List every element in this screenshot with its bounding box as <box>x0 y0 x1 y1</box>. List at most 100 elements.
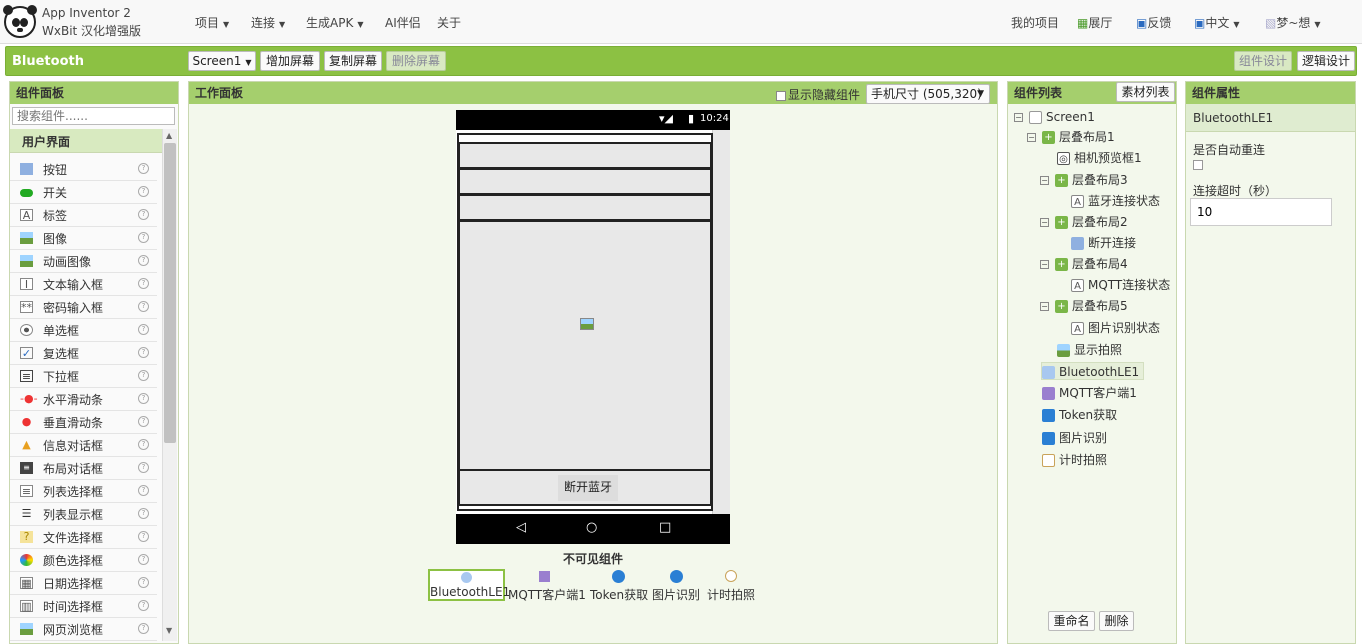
layout-frame-2[interactable] <box>458 168 712 195</box>
palette-scrollbar[interactable]: ▲ ▼ <box>162 129 177 641</box>
palette-item-checkbox[interactable]: ✓ 复选框? <box>10 342 157 365</box>
help-icon[interactable]: ? <box>138 209 149 220</box>
blocks-button[interactable]: 逻辑设计 <box>1297 51 1355 71</box>
help-icon[interactable]: ? <box>138 186 149 197</box>
add-screen-button[interactable]: 增加屏幕 <box>260 51 320 71</box>
timeout-input[interactable] <box>1190 198 1332 226</box>
help-icon[interactable]: ? <box>138 531 149 542</box>
palette-item-textbox[interactable]: I 文本输入框? <box>10 273 157 296</box>
help-icon[interactable]: ? <box>138 416 149 427</box>
recents-icon[interactable]: □ <box>659 520 671 535</box>
help-icon[interactable]: ? <box>138 163 149 174</box>
palette-item-label[interactable]: A 标签? <box>10 204 157 227</box>
help-icon[interactable]: ? <box>138 347 149 358</box>
scroll-down-icon[interactable]: ▼ <box>166 626 172 635</box>
menu-about[interactable]: 关于 <box>437 14 461 31</box>
palette-item-colorpicker[interactable]: 颜色选择框? <box>10 549 157 572</box>
nonvisible-image-recognition[interactable]: 图片识别 <box>652 569 704 602</box>
palette-item-timepicker[interactable]: ▥ 时间选择框? <box>10 595 157 618</box>
help-icon[interactable]: ? <box>138 232 149 243</box>
layout-frame-4[interactable] <box>458 194 712 221</box>
help-icon[interactable]: ? <box>138 577 149 588</box>
tree-mqtt-client[interactable]: MQTT客户端1 <box>1042 384 1137 402</box>
palette-item-filepicker[interactable]: ? 文件选择框? <box>10 526 157 549</box>
home-icon[interactable]: ○ <box>586 520 597 535</box>
tree-layout2[interactable]: − + 层叠布局2 <box>1040 213 1128 231</box>
collapse-toggle-icon[interactable]: − <box>1040 260 1049 269</box>
delete-button[interactable]: 删除 <box>1099 611 1134 631</box>
layout-frame-5[interactable] <box>458 220 712 471</box>
palette-item-password[interactable]: ** 密码输入框? <box>10 296 157 319</box>
palette-category-user-interface[interactable]: 用户界面 <box>10 129 162 153</box>
tree-layout4[interactable]: − + 层叠布局4 <box>1040 255 1128 273</box>
feedback-link[interactable]: ▣反馈 <box>1136 14 1171 31</box>
disconnect-bluetooth-button[interactable]: 断开蓝牙 <box>558 475 618 501</box>
palette-item-button[interactable]: 按钮? <box>10 158 157 181</box>
collapse-toggle-icon[interactable]: − <box>1040 302 1049 311</box>
menu-companion[interactable]: AI伴侣 <box>385 14 421 31</box>
tree-image-recognition[interactable]: 图片识别 <box>1042 429 1107 447</box>
palette-item-notifier[interactable]: ▲ 信息对话框? <box>10 434 157 457</box>
palette-item-hslider[interactable]: -●- 水平滑动条? <box>10 388 157 411</box>
palette-item-layout-dialog[interactable]: ≡ 布局对话框? <box>10 457 157 480</box>
delete-screen-button[interactable]: 删除屏幕 <box>386 51 446 71</box>
menu-connect[interactable]: 连接 ▼ <box>251 14 285 31</box>
palette-item-datepicker[interactable]: ▦ 日期选择框? <box>10 572 157 595</box>
help-icon[interactable]: ? <box>138 370 149 381</box>
palette-item-vslider[interactable]: ● 垂直滑动条? <box>10 411 157 434</box>
help-icon[interactable]: ? <box>138 623 149 634</box>
layout-frame-3[interactable] <box>458 142 712 169</box>
help-icon[interactable]: ? <box>138 485 149 496</box>
palette-item-radio[interactable]: 单选框? <box>10 319 157 342</box>
palette-item-listpicker[interactable]: ≡ 列表选择框? <box>10 480 157 503</box>
palette-item-spinner[interactable]: ≡ 下拉框? <box>10 365 157 388</box>
nonvisible-timer[interactable]: 计时拍照 <box>706 569 758 602</box>
scroll-up-icon[interactable]: ▲ <box>166 131 172 140</box>
help-icon[interactable]: ? <box>138 600 149 611</box>
layout-frame-button[interactable]: 断开蓝牙 <box>458 469 712 506</box>
palette-item-switch[interactable]: 开关? <box>10 181 157 204</box>
tree-layout5[interactable]: − + 层叠布局5 <box>1040 297 1128 315</box>
collapse-toggle-icon[interactable]: − <box>1040 218 1049 227</box>
help-icon[interactable]: ? <box>138 255 149 266</box>
menu-project[interactable]: 项目 ▼ <box>195 14 229 31</box>
tree-camera-preview[interactable]: ◎ 相机预览框1 <box>1057 149 1142 167</box>
tree-mqtt-status-label[interactable]: A MQTT连接状态 <box>1071 276 1170 294</box>
nonvisible-mqtt[interactable]: MQTT客户端1 <box>507 569 587 602</box>
collapse-toggle-icon[interactable]: − <box>1040 176 1049 185</box>
palette-item-image[interactable]: 图像? <box>10 227 157 250</box>
show-hidden-toggle[interactable]: 显示隐藏组件 <box>776 86 860 103</box>
tree-bluetoothle1-selected[interactable]: BluetoothLE1 <box>1041 362 1145 380</box>
palette-item-listview[interactable]: ☰ 列表显示框? <box>10 503 157 526</box>
gallery-link[interactable]: ▦展厅 <box>1077 14 1112 31</box>
help-icon[interactable]: ? <box>138 439 149 450</box>
palette-item-animated-image[interactable]: 动画图像? <box>10 250 157 273</box>
menu-build[interactable]: 生成APK ▼ <box>306 14 363 31</box>
help-icon[interactable]: ? <box>138 301 149 312</box>
palette-scroll-thumb[interactable] <box>164 143 176 443</box>
tree-layout3[interactable]: − + 层叠布局3 <box>1040 171 1128 189</box>
checkbox-icon[interactable] <box>776 90 786 101</box>
help-icon[interactable]: ? <box>138 393 149 404</box>
palette-item-webviewer[interactable]: 网页浏览框? <box>10 618 157 641</box>
panda-logo-icon[interactable] <box>3 5 37 38</box>
copy-screen-button[interactable]: 复制屏幕 <box>324 51 382 71</box>
tree-timer[interactable]: 计时拍照 <box>1042 451 1107 469</box>
help-icon[interactable]: ? <box>138 278 149 289</box>
collapse-toggle-icon[interactable]: − <box>1014 113 1023 122</box>
language-menu[interactable]: ▣中文 ▼ <box>1194 14 1240 31</box>
help-icon[interactable]: ? <box>138 462 149 473</box>
tree-image-status-label[interactable]: A 图片识别状态 <box>1071 319 1160 337</box>
screen-select[interactable]: Screen1 ▼ <box>188 51 256 71</box>
help-icon[interactable]: ? <box>138 508 149 519</box>
my-projects-link[interactable]: 我的项目 <box>1011 14 1059 31</box>
tree-token[interactable]: Token获取 <box>1042 406 1117 424</box>
tree-show-photo[interactable]: 显示拍照 <box>1057 341 1122 359</box>
tree-disconnect-button[interactable]: 断开连接 <box>1071 234 1136 252</box>
media-list-button[interactable]: 素材列表 <box>1116 82 1175 102</box>
phone-size-select[interactable]: 手机尺寸 (505,320) ▼ <box>866 84 990 104</box>
collapse-toggle-icon[interactable]: − <box>1027 133 1036 142</box>
tree-layout1[interactable]: − + 层叠布局1 <box>1027 128 1115 146</box>
back-icon[interactable]: ◁ <box>516 520 526 535</box>
tree-screen1[interactable]: − Screen1 <box>1014 108 1095 126</box>
